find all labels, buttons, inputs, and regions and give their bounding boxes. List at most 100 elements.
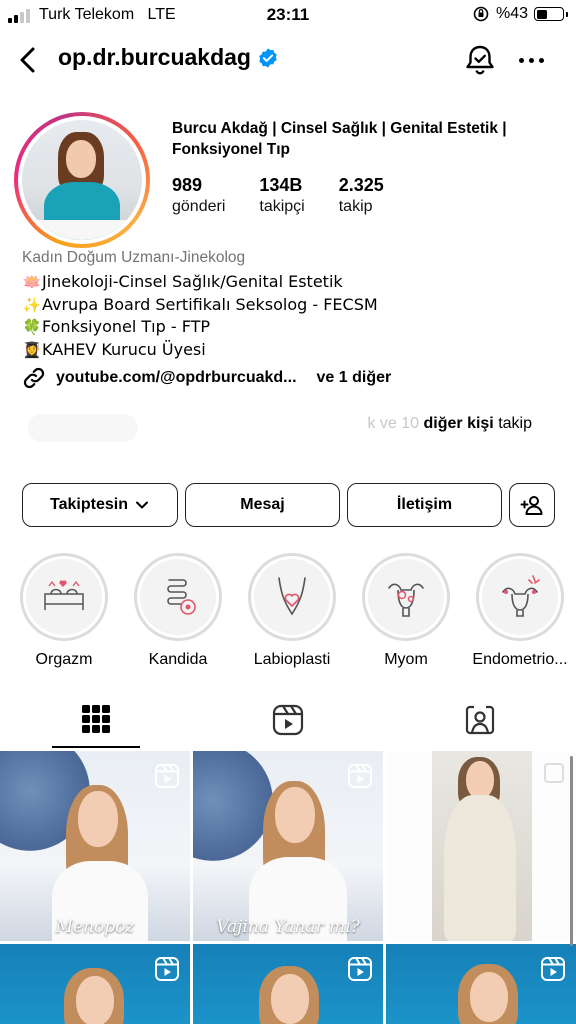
profile-avatar-story-ring[interactable] (14, 112, 150, 248)
profile-bio: 🪷Jinekoloji-Cinsel Sağlık/Genital Esteti… (22, 271, 378, 361)
highlight-circle (248, 553, 336, 641)
profile-link-more[interactable]: ve 1 diğer (317, 369, 392, 387)
followed-by-text: k ve 10 diğer kişi takip (367, 415, 532, 433)
bio-line: ✨Avrupa Board Sertifikalı Seksolog - FEC… (22, 294, 378, 317)
profile-link-text[interactable]: youtube.com/@opdrburcuakd... (56, 369, 297, 387)
reel-badge-icon (155, 764, 179, 788)
stat-followers-count: 134B (259, 175, 303, 195)
reel-badge-icon (348, 764, 372, 788)
clover-icon: 🍀 (22, 318, 42, 336)
stat-following-label: takip (338, 198, 373, 215)
following-button[interactable]: Takiptesin (22, 483, 178, 527)
followed-by-row[interactable]: k ve 10 diğer kişi takip (28, 408, 558, 442)
active-tab-indicator (52, 746, 140, 748)
link-icon (23, 367, 45, 389)
highlight-orgazm[interactable]: Orgazm (14, 553, 114, 669)
story-highlights: Orgazm Kandida Labioplasti Myom Endometr… (0, 553, 576, 673)
post-thumbnail[interactable]: Menopoz (0, 751, 190, 941)
followed-by-tail: takip (498, 415, 532, 432)
post-thumbnail[interactable] (386, 751, 576, 941)
graduate-icon: 👩‍🎓 (22, 340, 42, 359)
more-options-button[interactable] (514, 48, 548, 72)
message-button-label: Mesaj (240, 496, 285, 513)
tab-posts-grid[interactable] (0, 700, 192, 750)
scrollbar[interactable] (570, 756, 573, 946)
highlight-label: Labioplasti (253, 651, 331, 668)
stat-followers[interactable]: 134B takipçi (259, 174, 304, 217)
battery-fill (536, 9, 548, 19)
verified-badge-icon (259, 47, 277, 68)
highlight-circle (476, 553, 564, 641)
avatar-inner (18, 116, 146, 244)
stat-following[interactable]: 2.325 takip (339, 174, 384, 217)
tab-reels[interactable] (192, 700, 384, 750)
stat-posts-count: 989 (172, 175, 203, 195)
bio-line: 👩‍🎓KAHEV Kurucu Üyesi (22, 339, 378, 362)
stat-following-count: 2.325 (338, 175, 384, 195)
bed-hearts-icon (44, 580, 84, 610)
lotus-icon: 🪷 (22, 273, 42, 291)
highlight-label: Kandida (148, 651, 208, 668)
highlight-label: Myom (384, 651, 428, 668)
tagged-user-icon (465, 705, 495, 735)
reel-badge-icon (541, 957, 565, 981)
stat-followers-label: takipçi (259, 198, 305, 215)
message-button[interactable]: Mesaj (185, 483, 340, 527)
tab-tagged[interactable] (384, 700, 576, 750)
reel-badge-icon (348, 957, 372, 981)
post-caption: Menopoz (55, 917, 135, 937)
highlight-label: Orgazm (35, 651, 93, 668)
uterus-alert-icon (502, 575, 540, 617)
highlight-label: Endometrio... (472, 651, 568, 668)
username-wrap: op.dr.burcuakdag (58, 44, 279, 71)
profile-full-name: Burcu Akdağ | Cinsel Sağlık | Genital Es… (172, 120, 507, 158)
profile-category: Kadın Doğum Uzmanı-Jinekolog (22, 249, 246, 266)
highlight-labioplasti[interactable]: Labioplasti (242, 553, 342, 669)
grid-icon (82, 705, 110, 733)
followed-by-faded: k ve 10 (367, 415, 420, 432)
multi-photo-badge-icon (544, 763, 564, 783)
highlight-endometriozis[interactable]: Endometrio... (470, 553, 570, 669)
followed-by-bold: diğer kişi (423, 415, 494, 432)
reels-icon (272, 704, 304, 736)
pelvis-heart-icon (278, 577, 306, 616)
highlight-circle (20, 553, 108, 641)
status-right: %43 (472, 5, 568, 23)
contact-button[interactable]: İletişim (347, 483, 502, 527)
uterus-icon (388, 583, 424, 617)
highlight-kandida[interactable]: Kandida (128, 553, 228, 669)
highlight-myom[interactable]: Myom (356, 553, 456, 669)
notifications-bell-button[interactable] (462, 42, 498, 78)
back-button[interactable] (14, 42, 42, 78)
bio-line-text: KAHEV Kurucu Üyesi (42, 339, 206, 359)
post-thumbnail[interactable] (386, 944, 576, 1024)
add-user-icon (520, 496, 543, 515)
orientation-lock-icon (473, 6, 489, 22)
post-thumbnail[interactable] (0, 944, 190, 1024)
sparkles-icon: ✨ (22, 295, 42, 314)
avatar (22, 120, 142, 240)
profile-tabs (0, 700, 576, 750)
bio-line: 🪷Jinekoloji-Cinsel Sağlık/Genital Esteti… (22, 271, 378, 294)
following-button-label: Takiptesin (50, 496, 128, 513)
bio-line-text: Jinekoloji-Cinsel Sağlık/Genital Estetik (42, 272, 343, 291)
contact-button-label: İletişim (396, 496, 453, 513)
profile-stats: 989 gönderi 134B takipçi 2.325 takip (172, 174, 418, 217)
battery-icon (534, 7, 568, 21)
profile-link-row[interactable]: youtube.com/@opdrburcuakd... ve 1 diğer (22, 366, 391, 390)
bio-line-text: Fonksiyonel Tıp - FTP (42, 317, 211, 336)
intestine-icon (167, 579, 196, 615)
post-thumbnail[interactable] (193, 944, 383, 1024)
stat-posts[interactable]: 989 gönderi (172, 174, 225, 217)
battery-percent: %43 (495, 5, 528, 22)
highlight-circle (362, 553, 450, 641)
highlight-circle (134, 553, 222, 641)
reel-badge-icon (155, 957, 179, 981)
posts-grid: Menopoz Vajina Yanar mı? (0, 751, 576, 1024)
header-username: op.dr.burcuakdag (58, 44, 251, 70)
bio-line-text: Avrupa Board Sertifikalı Seksolog - FECS… (42, 294, 378, 314)
suggested-users-button[interactable] (509, 483, 555, 527)
mutual-followers-avatars (28, 414, 138, 442)
post-thumbnail[interactable]: Vajina Yanar mı? (193, 751, 383, 941)
profile-header: op.dr.burcuakdag (0, 38, 576, 82)
